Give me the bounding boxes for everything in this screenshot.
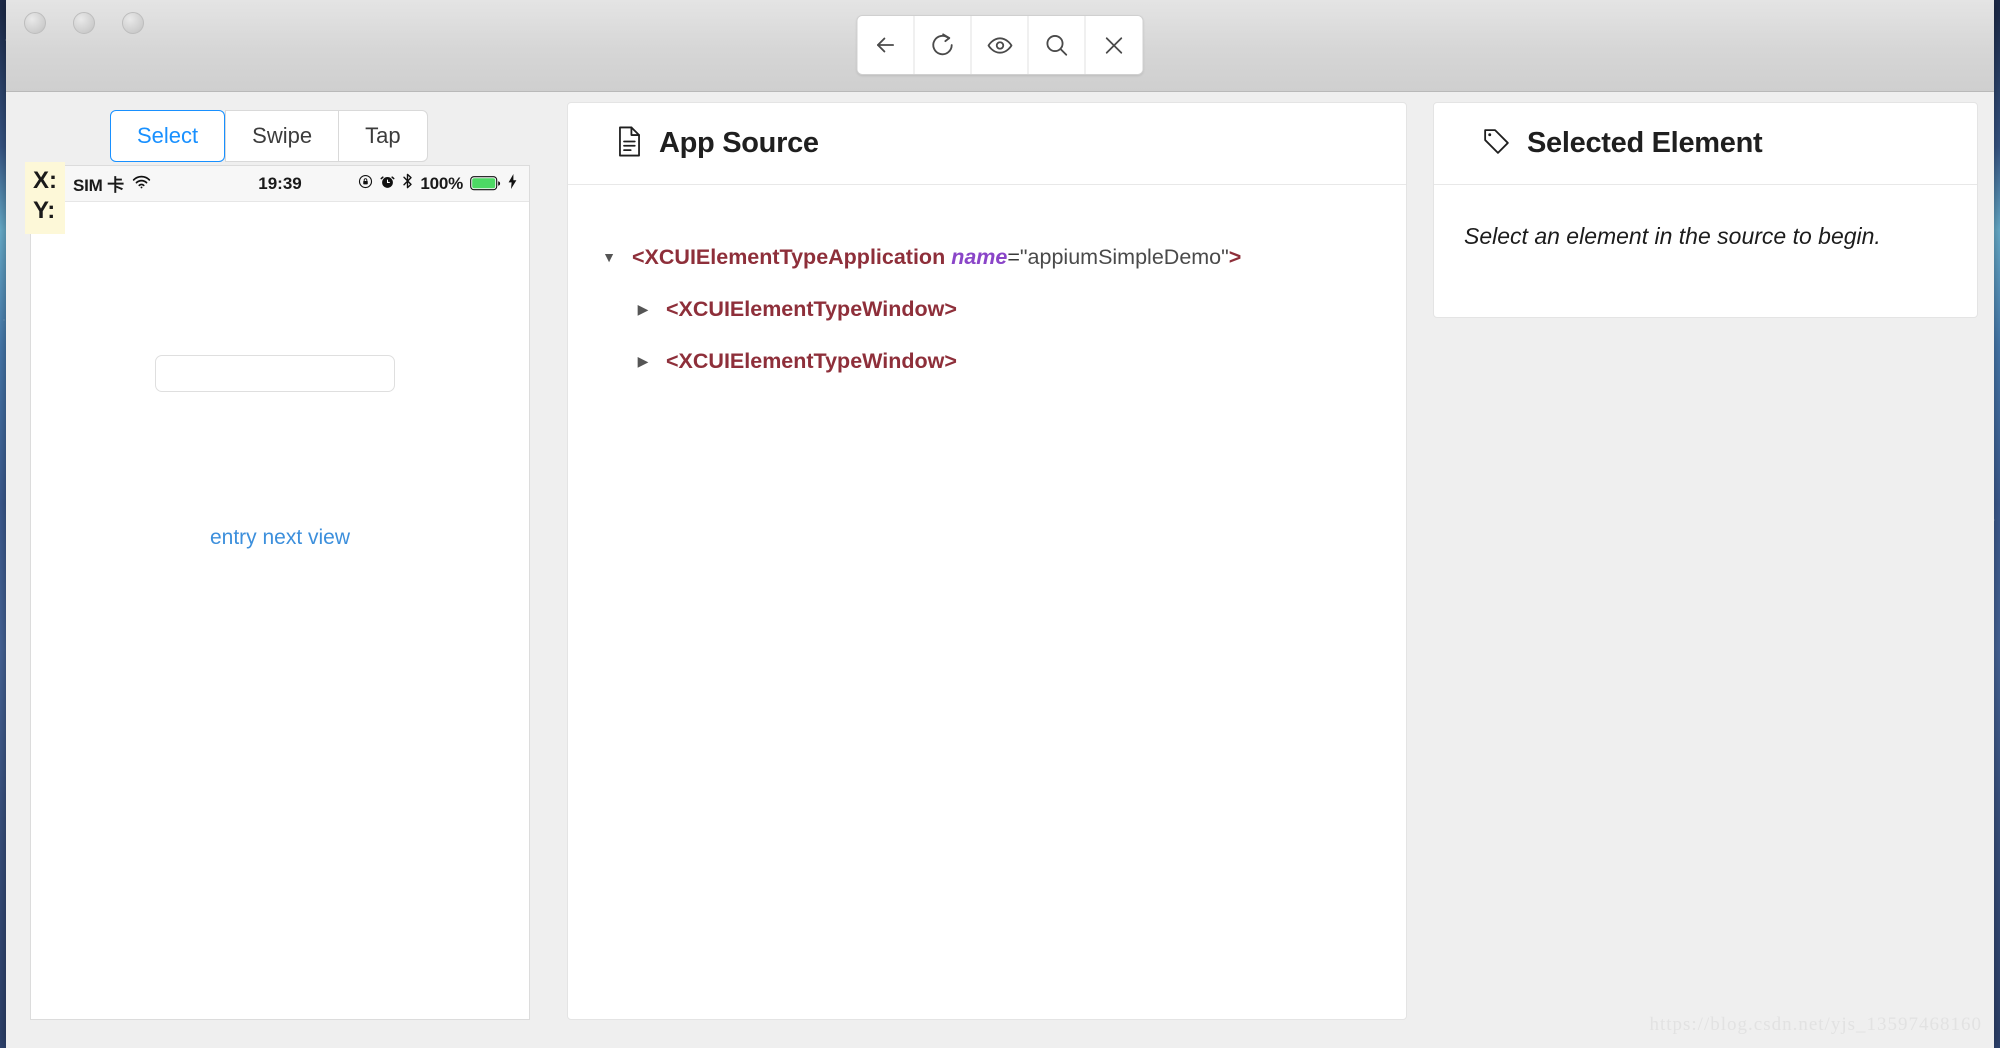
tree-node-tag: <XCUIElementTypeWindow — [666, 297, 945, 321]
tree-node-label: <XCUIElementTypeApplication name="appium… — [632, 231, 1241, 283]
minimize-window-button[interactable] — [73, 12, 95, 34]
wifi-icon — [132, 174, 151, 194]
selected-element-body: Select an element in the source to begin… — [1434, 185, 1977, 288]
interaction-mode-tabs: Select Swipe Tap — [110, 110, 428, 162]
tab-tap[interactable]: Tap — [338, 110, 428, 162]
app-source-title: App Source — [659, 127, 819, 159]
tag-icon — [1482, 127, 1511, 161]
coordinates-badge: X: Y: — [25, 162, 65, 234]
close-session-button[interactable] — [1085, 16, 1143, 74]
tree-node-tag-close: > — [944, 349, 957, 373]
app-entry-next-view-link[interactable]: entry next view — [31, 526, 529, 550]
bluetooth-icon — [402, 173, 413, 194]
arrow-left-icon — [873, 32, 899, 58]
tab-swipe[interactable]: Swipe — [225, 110, 339, 162]
refresh-icon — [930, 32, 956, 58]
appium-inspector-window: Select Swipe Tap X: Y: SIM 卡 19:39 100% … — [6, 0, 1994, 1048]
status-bar-left: SIM 卡 — [73, 171, 151, 196]
chevron-right-icon[interactable]: ▶ — [632, 283, 654, 335]
device-screen-content[interactable]: entry next view — [31, 203, 529, 1019]
app-source-body: ▼ <XCUIElementTypeApplication name="appi… — [568, 185, 1406, 407]
tab-select[interactable]: Select — [110, 110, 226, 162]
tree-node-attr-eq: = — [1007, 245, 1020, 269]
tree-node-tag: <XCUIElementTypeApplication — [632, 245, 946, 269]
close-icon — [1102, 33, 1127, 58]
rotation-lock-icon — [358, 174, 373, 194]
device-screenshot-frame[interactable]: X: Y: SIM 卡 19:39 100% entry next view — [25, 162, 530, 1020]
tree-node-attr-name: name — [951, 245, 1008, 269]
selected-element-header: Selected Element — [1434, 103, 1977, 185]
coordinate-x: X: — [33, 167, 57, 194]
app-source-panel: App Source ▼ <XCUIElementTypeApplication… — [567, 102, 1407, 1020]
search-icon — [1044, 32, 1070, 58]
chevron-right-icon[interactable]: ▶ — [632, 335, 654, 387]
session-toolbar — [856, 15, 1144, 75]
app-source-header: App Source — [568, 103, 1406, 185]
tree-node-attr-value: "appiumSimpleDemo" — [1019, 245, 1229, 269]
tree-node-window-2[interactable]: ▶ <XCUIElementTypeWindow> — [598, 335, 1376, 387]
status-bar-clock: 19:39 — [258, 173, 302, 193]
source-tree: ▼ <XCUIElementTypeApplication name="appi… — [598, 231, 1376, 387]
eye-icon — [986, 32, 1013, 59]
tree-node-tag-close: > — [944, 297, 957, 321]
tree-node-tag: <XCUIElementTypeWindow — [666, 349, 945, 373]
tree-node-label: <XCUIElementTypeWindow> — [666, 283, 957, 335]
tree-node-label: <XCUIElementTypeWindow> — [666, 335, 957, 387]
battery-percent-label: 100% — [420, 173, 463, 193]
device-status-bar: SIM 卡 19:39 100% — [31, 166, 529, 202]
back-button[interactable] — [857, 16, 915, 74]
tree-node-tag-close: > — [1228, 245, 1242, 269]
selected-element-empty-hint: Select an element in the source to begin… — [1464, 223, 1881, 249]
document-icon — [616, 126, 643, 162]
selected-element-panel: Selected Element Select an element in th… — [1433, 102, 1978, 318]
refresh-button[interactable] — [914, 16, 972, 74]
search-button[interactable] — [1028, 16, 1086, 74]
window-titlebar — [6, 0, 1994, 92]
tree-node-window-1[interactable]: ▶ <XCUIElementTypeWindow> — [598, 283, 1376, 335]
carrier-label: SIM 卡 — [73, 176, 124, 195]
alarm-clock-icon — [380, 174, 395, 194]
device-preview-column: Select Swipe Tap X: Y: SIM 卡 19:39 100% … — [20, 102, 530, 1020]
inspect-button[interactable] — [971, 16, 1029, 74]
app-text-field[interactable] — [155, 355, 395, 392]
status-bar-right: 100% — [358, 173, 517, 194]
battery-full-icon — [470, 176, 501, 191]
selected-element-title: Selected Element — [1527, 127, 1763, 159]
watermark: https://blog.csdn.net/yjs_13597468160 — [1649, 1014, 1982, 1035]
traffic-light-group — [24, 12, 144, 34]
chevron-down-icon[interactable]: ▼ — [598, 231, 620, 283]
tree-node-application[interactable]: ▼ <XCUIElementTypeApplication name="appi… — [598, 231, 1376, 283]
zoom-window-button[interactable] — [122, 12, 144, 34]
inspector-content: Select Swipe Tap X: Y: SIM 卡 19:39 100% … — [6, 92, 1994, 1048]
close-window-button[interactable] — [24, 12, 46, 34]
coordinate-y: Y: — [33, 197, 56, 224]
lightning-bolt-icon — [508, 173, 517, 194]
